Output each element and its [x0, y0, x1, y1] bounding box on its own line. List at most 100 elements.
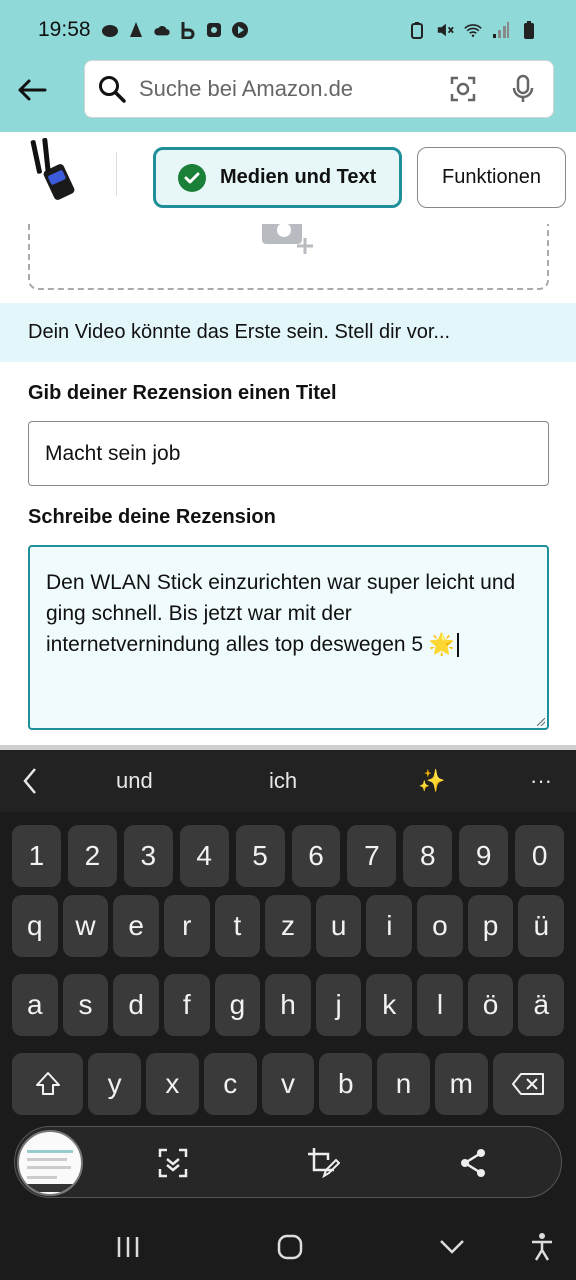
video-banner[interactable]: Dein Video könnte das Erste sein. Stell … [0, 303, 576, 362]
scroll-capture-button[interactable] [155, 1145, 191, 1181]
number-row: 1 2 3 4 5 6 7 8 9 0 [12, 825, 565, 887]
status-bar: 19:58 [0, 0, 576, 60]
suggestion-3[interactable]: ✨ [357, 768, 506, 794]
screenshot-thumbnail[interactable] [17, 1130, 83, 1196]
key[interactable]: p [467, 895, 514, 957]
key[interactable]: 8 [403, 825, 453, 887]
key[interactable]: l [417, 974, 463, 1036]
play-icon [231, 21, 249, 39]
key[interactable]: r [163, 895, 210, 957]
key[interactable]: a [12, 974, 58, 1036]
key[interactable]: ü [518, 895, 565, 957]
crop-edit-icon [308, 1148, 340, 1179]
search-icon [99, 76, 126, 103]
status-time: 19:58 [38, 18, 91, 41]
search-placeholder: Suche bei Amazon.de [139, 76, 354, 101]
key[interactable]: h [265, 974, 311, 1036]
check-circle-icon [178, 163, 206, 192]
hide-keyboard-button[interactable] [432, 1230, 472, 1264]
notification-icons [101, 21, 249, 39]
review-tabs-row: Medien und Text Funktionen [0, 132, 576, 224]
resize-grip-icon[interactable] [537, 718, 545, 726]
tab-media-and-text[interactable]: Medien und Text [153, 147, 402, 208]
key[interactable]: ö [467, 974, 514, 1036]
shift-icon [35, 1072, 60, 1095]
shift-key[interactable] [12, 1053, 84, 1115]
review-title-label: Gib deiner Rezension einen Titel [28, 382, 337, 404]
suggestion-1[interactable]: und [60, 768, 209, 794]
review-body-label: Schreibe deine Rezension [28, 506, 276, 528]
cloud-icon [153, 21, 171, 39]
scroll-capture-icon [158, 1148, 188, 1178]
recent-apps-button[interactable] [108, 1230, 148, 1264]
key[interactable]: b [319, 1053, 373, 1115]
add-photo-icon [262, 220, 313, 254]
key[interactable]: d [113, 974, 159, 1036]
key[interactable]: 2 [67, 825, 117, 887]
key[interactable]: f [163, 974, 210, 1036]
key[interactable]: y [88, 1053, 142, 1115]
b-icon [179, 21, 197, 39]
key[interactable]: j [315, 974, 362, 1036]
chevron-left-icon [23, 768, 36, 794]
key[interactable]: 5 [235, 825, 285, 887]
tab-functions[interactable]: Funktionen [417, 147, 566, 208]
key[interactable]: e [113, 895, 159, 957]
review-title-input[interactable]: Macht sein job [28, 421, 549, 486]
tab-divider [116, 152, 117, 196]
key[interactable]: n [377, 1053, 430, 1115]
key[interactable]: x [146, 1053, 199, 1115]
key[interactable]: k [366, 974, 413, 1036]
backspace-icon [512, 1073, 545, 1095]
home-button[interactable] [270, 1230, 310, 1264]
more-options-button[interactable]: ··· [506, 768, 576, 794]
key[interactable]: c [203, 1053, 257, 1115]
key[interactable]: z [265, 895, 311, 957]
key[interactable]: u [315, 895, 362, 957]
review-body-value: Den WLAN Stick einzurichten war super le… [46, 571, 516, 656]
key[interactable]: o [417, 895, 463, 957]
key[interactable]: w [62, 895, 109, 957]
wifi-icon [464, 21, 482, 39]
arrow-left-icon [18, 79, 47, 101]
key[interactable]: t [214, 895, 261, 957]
key[interactable]: m [434, 1053, 488, 1115]
search-input[interactable]: Suche bei Amazon.de [84, 60, 554, 118]
edit-screenshot-button[interactable] [305, 1145, 341, 1181]
tab-functions-label: Funktionen [442, 166, 541, 188]
key[interactable]: 7 [347, 825, 397, 887]
back-button[interactable] [14, 72, 50, 108]
key[interactable]: i [366, 895, 413, 957]
key[interactable]: 6 [291, 825, 341, 887]
cone-icon [127, 21, 145, 39]
cloud-game-icon [101, 21, 119, 39]
system-status-icons [408, 21, 538, 39]
text-cursor [457, 633, 460, 658]
key[interactable]: g [214, 974, 261, 1036]
mute-icon [436, 21, 454, 39]
key[interactable]: ä [518, 974, 565, 1036]
accessibility-button[interactable] [522, 1230, 562, 1264]
key[interactable]: v [261, 1053, 315, 1115]
review-title-value: Macht sein job [45, 441, 181, 465]
app-header: Suche bei Amazon.de [0, 60, 576, 132]
share-screenshot-button[interactable] [455, 1145, 491, 1181]
backspace-key[interactable] [492, 1053, 564, 1115]
suggestion-back-button[interactable] [0, 767, 60, 795]
key[interactable]: 3 [123, 825, 173, 887]
key[interactable]: 0 [515, 825, 565, 887]
share-icon [461, 1149, 485, 1177]
letter-row-1: q w e r t z u i o p ü [12, 895, 565, 957]
recent-apps-icon [117, 1237, 139, 1257]
key[interactable]: 4 [179, 825, 229, 887]
review-body-textarea[interactable]: Den WLAN Stick einzurichten war super le… [28, 545, 549, 730]
product-thumbnail [30, 138, 75, 200]
camera-search-icon[interactable] [449, 75, 477, 103]
key[interactable]: 9 [459, 825, 509, 887]
key[interactable]: q [12, 895, 58, 957]
key[interactable]: 1 [12, 825, 61, 887]
chevron-down-icon [440, 1240, 464, 1254]
microphone-icon[interactable] [511, 74, 535, 104]
key[interactable]: s [62, 974, 109, 1036]
suggestion-2[interactable]: ich [209, 768, 358, 794]
